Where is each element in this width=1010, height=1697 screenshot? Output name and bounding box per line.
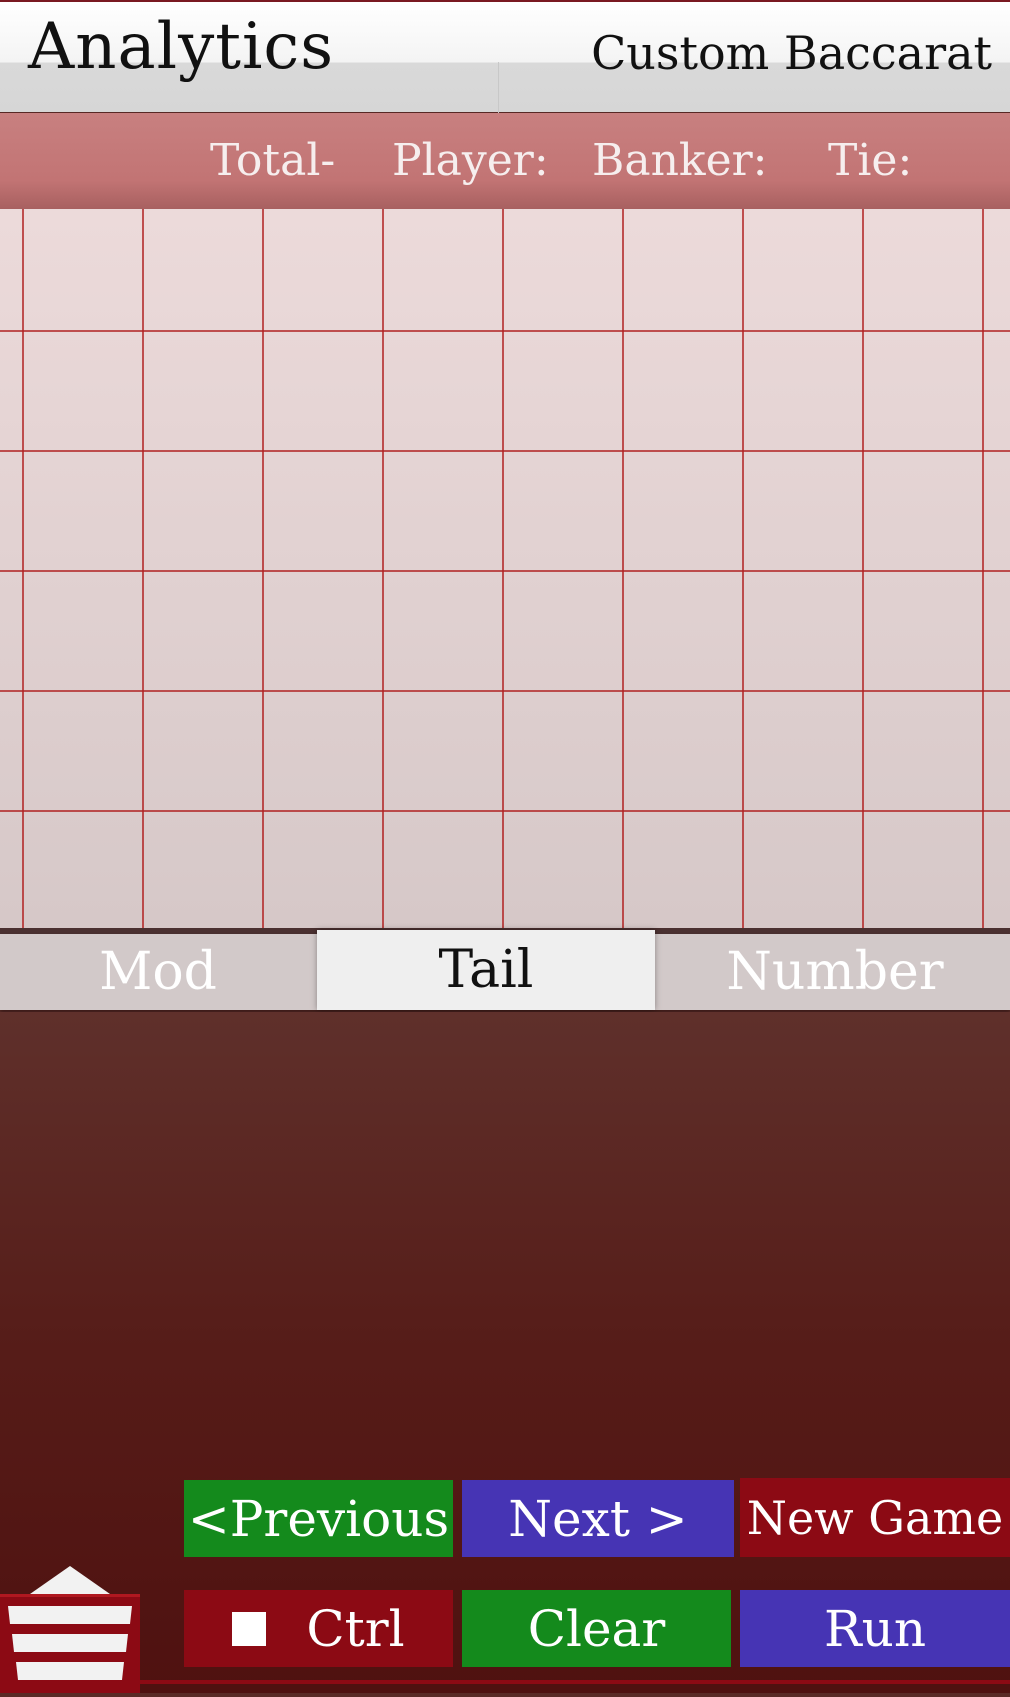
- grid-lines: [0, 209, 1010, 929]
- tab-mod[interactable]: Mod: [0, 934, 316, 1010]
- banker-label: Banker:: [592, 135, 768, 186]
- bottom-border: [0, 1680, 1010, 1684]
- results-grid[interactable]: [0, 209, 1010, 929]
- tab-bar: Mod Tail Number: [0, 930, 1010, 1010]
- tie-label: Tie:: [828, 135, 913, 186]
- previous-button[interactable]: <Previous: [184, 1480, 453, 1557]
- tab-number[interactable]: Number: [660, 934, 1010, 1010]
- total-label: Total-: [210, 135, 336, 186]
- ctrl-label: Ctrl: [306, 1599, 405, 1658]
- title-divider: [498, 62, 499, 114]
- ctrl-button[interactable]: Ctrl: [184, 1590, 453, 1667]
- new-game-button[interactable]: New Game: [740, 1478, 1010, 1557]
- menu-button[interactable]: [0, 1566, 140, 1693]
- next-button[interactable]: Next >: [462, 1480, 734, 1557]
- checkbox-icon[interactable]: [232, 1611, 267, 1646]
- tab-tail[interactable]: Tail: [317, 930, 655, 1010]
- player-label: Player:: [392, 135, 549, 186]
- stats-bar: Total- Player: Banker: Tie:: [0, 113, 1010, 209]
- clear-button[interactable]: Clear: [462, 1590, 731, 1667]
- run-button[interactable]: Run: [740, 1590, 1010, 1667]
- app-name: Custom Baccarat: [591, 26, 992, 80]
- title-bar: Analytics Custom Baccarat: [0, 0, 1010, 114]
- page-title: Analytics: [28, 10, 335, 84]
- menu-icon: [0, 1566, 140, 1693]
